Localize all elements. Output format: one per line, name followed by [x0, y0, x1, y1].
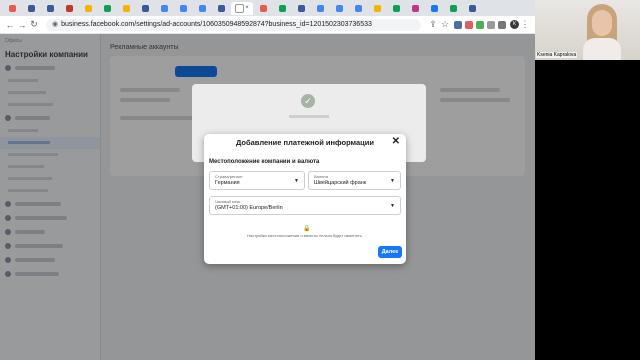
- background-dialog-text: [192, 114, 426, 120]
- next-button[interactable]: Далее: [378, 246, 402, 258]
- browser-tab[interactable]: [60, 2, 78, 15]
- tab-favicon-icon: [235, 3, 245, 13]
- bookmark-star-icon[interactable]: ☆: [439, 19, 451, 30]
- tab-favicon-icon: [122, 4, 130, 12]
- url-text: business.facebook.com/settings/ad-accoun…: [61, 20, 372, 28]
- back-icon[interactable]: ←: [4, 20, 16, 30]
- chevron-down-icon: ▼: [390, 178, 395, 184]
- browser-tab[interactable]: [387, 2, 405, 15]
- payment-info-dialog: Добавление платежной информации ✕ Местоп…: [204, 134, 406, 264]
- webcam-name-label: Ksenia Kapralova: [536, 52, 578, 58]
- tab-favicon-icon: [198, 4, 206, 12]
- browser-tab[interactable]: [254, 2, 272, 15]
- person-body: [583, 38, 621, 60]
- share-icon[interactable]: ⇪: [427, 19, 439, 30]
- tab-favicon-icon: [297, 4, 305, 12]
- browser-tab[interactable]: [174, 2, 192, 15]
- tab-favicon-icon: [84, 4, 92, 12]
- browser-tab[interactable]: [330, 2, 348, 15]
- extension-icon[interactable]: [476, 20, 484, 29]
- browser-tab[interactable]: [79, 2, 97, 15]
- section-heading: Местоположение компании и валюта: [209, 159, 320, 165]
- menu-dots-icon[interactable]: ⋮: [519, 19, 531, 30]
- forward-icon[interactable]: →: [16, 20, 28, 30]
- browser-tab[interactable]: [368, 2, 386, 15]
- tab-favicon-icon: [259, 4, 267, 12]
- reload-icon[interactable]: ↻: [28, 19, 40, 30]
- chevron-down-icon: ▼: [390, 203, 395, 209]
- extension-icon[interactable]: [454, 20, 462, 29]
- browser-tab[interactable]: [98, 2, 116, 15]
- timezone-value: (GMT+01:00) Europe/Berlin: [215, 205, 283, 211]
- currency-select[interactable]: Валюта Швейцарский франк ▼: [308, 171, 401, 190]
- tab-favicon-icon: [316, 4, 324, 12]
- close-icon[interactable]: ✕: [392, 136, 400, 147]
- browser-tab[interactable]: [136, 2, 154, 15]
- browser-tab[interactable]: [425, 2, 443, 15]
- tab-favicon-icon: [103, 4, 111, 12]
- extension-icon[interactable]: [465, 20, 473, 29]
- browser-tab[interactable]: [117, 2, 135, 15]
- browser-tab[interactable]: [193, 2, 211, 15]
- browser-tab[interactable]: [41, 2, 59, 15]
- timezone-label: Часовой пояс: [215, 199, 241, 204]
- country-select[interactable]: Страна/регион Германия ▼: [209, 171, 305, 190]
- sidebar-panel-icon[interactable]: [498, 20, 506, 29]
- tab-favicon-icon: [392, 4, 400, 12]
- person-face: [592, 10, 612, 36]
- browser-tab[interactable]: [406, 2, 424, 15]
- tab-favicon-icon: [430, 4, 438, 12]
- tab-favicon-icon: [278, 4, 286, 12]
- profile-avatar[interactable]: К: [510, 20, 519, 29]
- browser-tab[interactable]: [463, 2, 481, 15]
- browser-tab[interactable]: [155, 2, 173, 15]
- tab-favicon-icon: [335, 4, 343, 12]
- lock-icon: 🔒: [303, 226, 311, 232]
- browser-tab[interactable]: [311, 2, 329, 15]
- browser-tab[interactable]: [22, 2, 40, 15]
- currency-label: Валюта: [314, 174, 329, 179]
- url-field[interactable]: ◉ business.facebook.com/settings/ad-accou…: [46, 18, 421, 31]
- dialog-title: Добавление платежной информации: [235, 138, 375, 147]
- timezone-select[interactable]: Часовой пояс (GMT+01:00) Europe/Berlin ▼: [209, 196, 401, 215]
- chevron-down-icon: ▼: [294, 178, 299, 184]
- puzzle-icon[interactable]: [487, 20, 495, 29]
- tab-favicon-icon: [468, 4, 476, 12]
- address-bar-row: ← → ↻ ◉ business.facebook.com/settings/ad…: [0, 16, 535, 34]
- tab-strip: ×: [0, 0, 535, 16]
- currency-value: Швейцарский франк: [314, 180, 367, 186]
- browser-tab[interactable]: [273, 2, 291, 15]
- browser-tab[interactable]: [349, 2, 367, 15]
- tab-favicon-icon: [46, 4, 54, 12]
- tab-favicon-icon: [65, 4, 73, 12]
- browser-tab[interactable]: [3, 2, 21, 15]
- tab-favicon-icon: [179, 4, 187, 12]
- country-value: Германия: [215, 180, 240, 186]
- tab-favicon-icon: [8, 4, 16, 12]
- tab-favicon-icon: [217, 4, 225, 12]
- tab-favicon-icon: [141, 4, 149, 12]
- browser-tab[interactable]: ×: [231, 1, 253, 15]
- close-tab-icon[interactable]: ×: [245, 5, 249, 11]
- black-panel: [535, 60, 640, 360]
- browser-tab[interactable]: [292, 2, 310, 15]
- tab-favicon-icon: [354, 4, 362, 12]
- browser-tab[interactable]: [212, 2, 230, 15]
- tab-favicon-icon: [27, 4, 35, 12]
- tab-favicon-icon: [411, 4, 419, 12]
- tab-favicon-icon: [160, 4, 168, 12]
- country-label: Страна/регион: [215, 174, 243, 179]
- tab-favicon-icon: [373, 4, 381, 12]
- tab-favicon-icon: [449, 4, 457, 12]
- site-info-icon[interactable]: ◉: [52, 21, 58, 28]
- browser-tab[interactable]: [444, 2, 462, 15]
- checkmark-icon: ✓: [301, 94, 315, 108]
- webcam-video: Ksenia Kapralova: [535, 0, 640, 60]
- lock-note: Настройки местоположения и валюты нельзя…: [247, 233, 363, 238]
